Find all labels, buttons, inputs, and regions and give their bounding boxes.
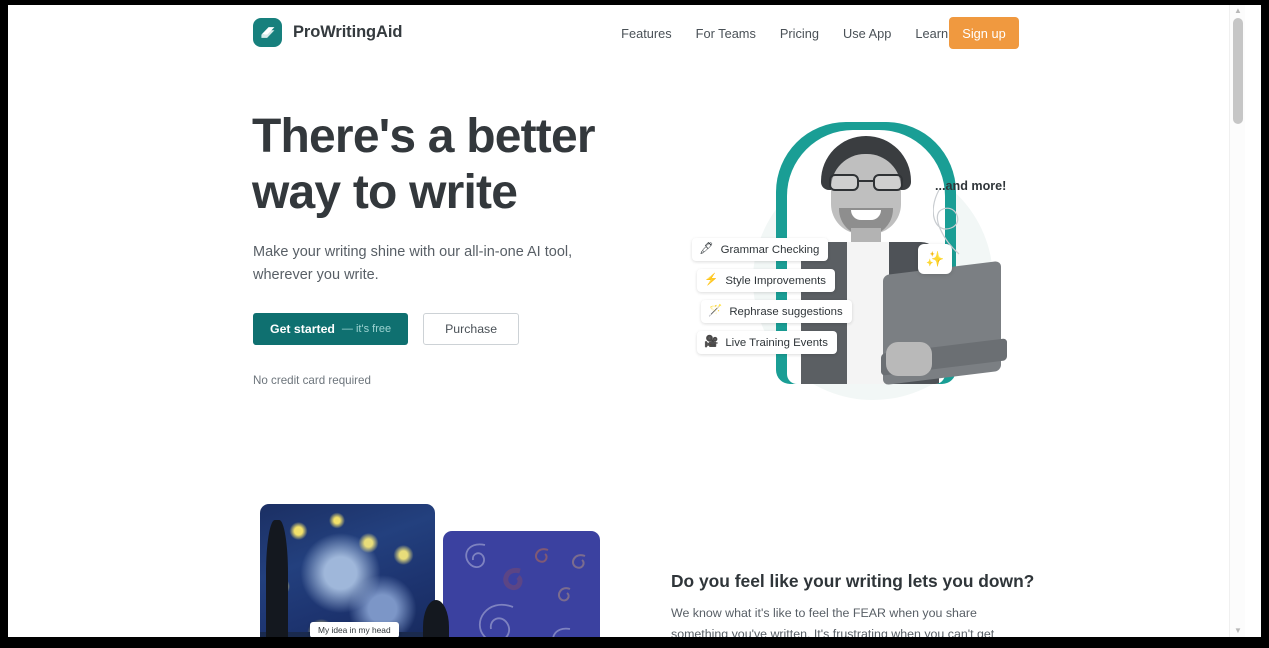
get-started-sublabel: — it's free (341, 323, 392, 335)
sign-up-button[interactable]: Sign up (949, 17, 1019, 49)
feature-chip-label: Rephrase suggestions (729, 305, 843, 318)
orange-scribble-icon (535, 548, 549, 563)
nav-link-features[interactable]: Features (609, 26, 684, 41)
prowritingaid-logo-icon (253, 18, 282, 47)
purchase-button[interactable]: Purchase (423, 313, 520, 345)
feature-chip-grammar-checking: 🖋 Grammar Checking (692, 238, 829, 261)
hero-subtitle: Make your writing shine with our all-in-… (253, 244, 573, 283)
lightning-bolt-icon: ⚡ (704, 273, 719, 286)
feature-chip-label: Live Training Events (725, 336, 828, 349)
sparkle-icon: ✨ (918, 244, 952, 274)
tan-scribble-icon (558, 587, 571, 602)
glasses-icon (829, 174, 903, 191)
feature-chip-rephrase-suggestions: 🪄 Rephrase suggestions (701, 300, 852, 323)
brand-name: ProWritingAid (293, 23, 403, 41)
section-two-title: Do you feel like your writing lets you d… (671, 571, 1035, 591)
page-scrollbar[interactable]: ▲ ▼ (1229, 5, 1245, 637)
page-viewport: ProWritingAid Features For Teams Pricing… (8, 5, 1261, 637)
site-header: ProWritingAid Features For Teams Pricing… (8, 5, 1245, 62)
video-camera-icon: 🎥 (704, 335, 719, 348)
get-started-label: Get started (270, 322, 335, 336)
no-credit-card-note: No credit card required (253, 374, 371, 387)
nav-link-pricing[interactable]: Pricing (768, 26, 831, 41)
starry-night-painting (260, 504, 435, 637)
section-two-body: We know what it's like to feel the FEAR … (671, 606, 995, 637)
feature-chip-label: Style Improvements (725, 274, 826, 287)
brand-logo-link[interactable]: ProWritingAid (253, 18, 402, 47)
spiral-scribble-icon (552, 627, 571, 637)
nav-link-use-app[interactable]: Use App (831, 26, 903, 41)
blue-scribble-panel (443, 531, 600, 637)
scroll-down-arrow[interactable]: ▼ (1234, 627, 1242, 635)
scroll-up-arrow[interactable]: ▲ (1234, 7, 1242, 15)
idea-caption-bubble: My idea in my head (310, 622, 399, 637)
spiral-scribble-icon (478, 604, 514, 637)
magic-wand-icon: 🪄 (708, 304, 723, 317)
section-two-illustration: My idea in my head (260, 504, 600, 637)
feature-chip-style-improvements: ⚡ Style Improvements (697, 269, 835, 292)
tan-scribble-icon (572, 554, 586, 569)
scrollbar-thumb[interactable] (1233, 18, 1243, 124)
and-more-label: ...and more! (935, 179, 1007, 193)
hero-cta-row: Get started — it's free Purchase (253, 313, 520, 345)
hero-illustration: ...and more! ✨ 🖋 Grammar Checking ⚡ Styl… (668, 100, 1028, 400)
feature-chip-label: Grammar Checking (720, 243, 820, 256)
person-hand (886, 342, 932, 376)
page-content: ProWritingAid Features For Teams Pricing… (8, 5, 1245, 637)
feather-pen-icon: 🖋 (699, 242, 714, 255)
red-scribble-icon (503, 567, 523, 591)
browser-window: ProWritingAid Features For Teams Pricing… (0, 0, 1269, 648)
get-started-button[interactable]: Get started — it's free (253, 313, 409, 345)
nav-link-for-teams[interactable]: For Teams (684, 26, 768, 41)
feature-chip-live-training-events: 🎥 Live Training Events (697, 331, 837, 354)
hero-title: There's a better way to write (252, 110, 596, 219)
painting-cypress-tree (266, 520, 288, 637)
spiral-scribble-icon (465, 543, 486, 568)
